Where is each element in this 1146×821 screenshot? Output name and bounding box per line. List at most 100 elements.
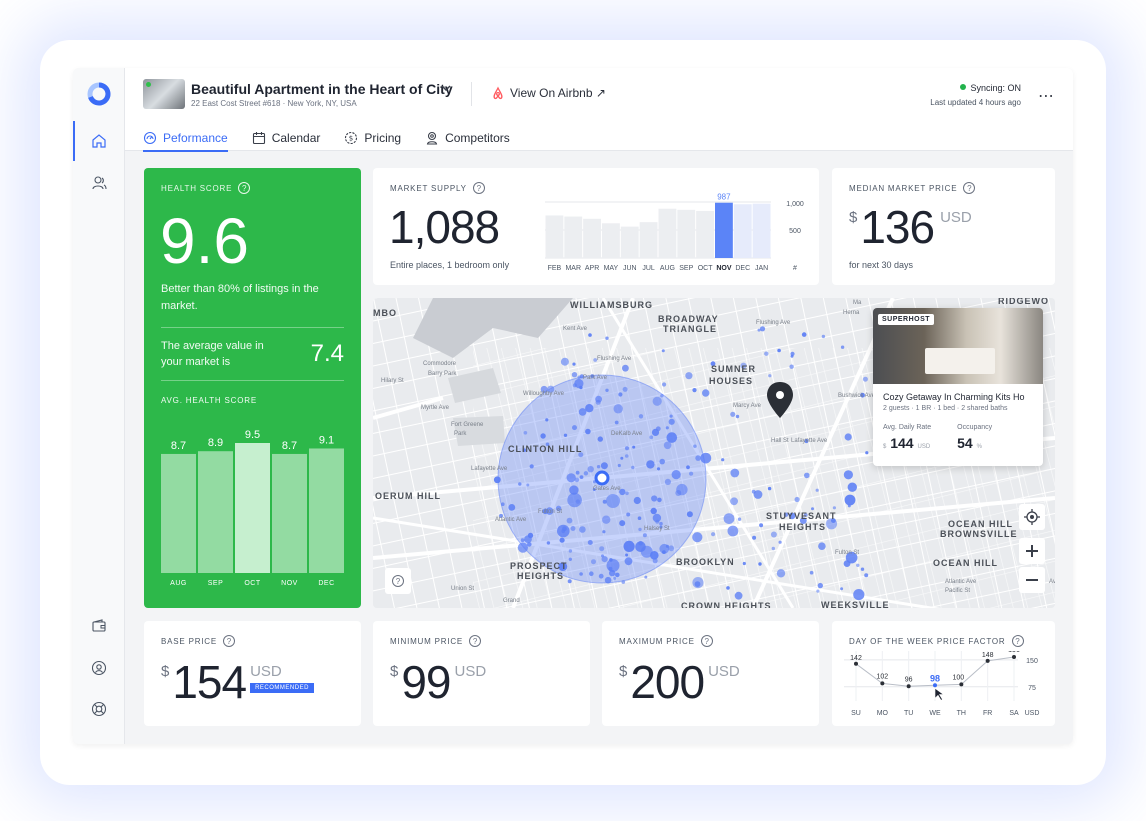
minus-icon bbox=[1026, 579, 1038, 581]
maximum-price-label: MAXIMUM PRICE? bbox=[619, 635, 713, 647]
listing-dot bbox=[595, 399, 601, 405]
help-icon[interactable]: ? bbox=[1011, 635, 1024, 647]
locate-button[interactable] bbox=[1019, 504, 1045, 530]
health-score-description: Better than 80% of listings in the marke… bbox=[161, 283, 319, 312]
help-icon[interactable]: ? bbox=[223, 635, 236, 647]
map-street-label: Marcy Ave bbox=[733, 403, 761, 409]
map-street-label: Gates Ave bbox=[593, 486, 621, 492]
help-icon[interactable]: ? bbox=[472, 182, 485, 194]
listing-dot bbox=[622, 364, 629, 372]
listing-dot bbox=[659, 521, 663, 526]
market-supply-value: 1,088 bbox=[389, 201, 500, 253]
help-icon[interactable]: ? bbox=[469, 635, 482, 647]
listing-dot bbox=[662, 550, 666, 554]
listing-dot bbox=[625, 553, 629, 557]
listing-address: 22 East Cost Street #618 · New York, NY,… bbox=[191, 99, 357, 108]
dow-axis-label: 150 bbox=[1026, 658, 1038, 665]
map-help-button[interactable]: ? bbox=[385, 568, 411, 594]
dow-value-label: 96 bbox=[905, 676, 913, 683]
listing-dot bbox=[605, 336, 609, 340]
chevron-down-icon[interactable] bbox=[439, 81, 453, 95]
listing-dot bbox=[652, 396, 662, 406]
zoom-in-button[interactable] bbox=[1019, 538, 1045, 564]
listing-popup[interactable]: SUPERHOST Cozy Getaway In Charming Kits … bbox=[873, 308, 1043, 466]
dow-point-sa bbox=[1012, 654, 1016, 659]
listing-dot bbox=[606, 559, 620, 572]
svg-text:$: $ bbox=[349, 135, 353, 143]
map-street-label: Herna bbox=[843, 310, 860, 316]
currency-unit: USD bbox=[708, 663, 740, 680]
superhost-badge: SUPERHOST bbox=[878, 314, 935, 325]
help-icon[interactable]: ? bbox=[963, 182, 976, 194]
listing-dot bbox=[568, 557, 572, 561]
listing-dot bbox=[633, 496, 641, 505]
recommended-badge: RECOMMENDED bbox=[250, 683, 314, 693]
health-score-value: 9.6 bbox=[160, 205, 249, 277]
listing-dot bbox=[840, 587, 844, 591]
tab-performance-label: Peformance bbox=[163, 131, 228, 145]
health-bar-oct bbox=[235, 443, 270, 573]
supply-axis-label: # bbox=[793, 265, 797, 272]
base-price-label: BASE PRICE? bbox=[161, 635, 236, 647]
currency-unit: USD bbox=[250, 663, 282, 680]
listing-dot bbox=[692, 532, 703, 543]
sidebar-item-wallet[interactable] bbox=[73, 606, 125, 646]
tab-competitors[interactable]: Competitors bbox=[425, 126, 510, 150]
listing-dot bbox=[579, 385, 583, 390]
tab-calendar[interactable]: Calendar bbox=[252, 126, 320, 150]
sidebar-item-help[interactable] bbox=[73, 689, 125, 729]
supply-axis-label: 1,000 bbox=[786, 201, 804, 208]
dow-day-label: SA bbox=[1009, 710, 1019, 717]
tab-performance[interactable]: Peformance bbox=[143, 126, 228, 152]
current-listing-marker[interactable] bbox=[594, 470, 610, 486]
occupancy-label: Occupancy bbox=[957, 424, 993, 431]
listing-dot bbox=[614, 420, 619, 425]
sync-status-label: Syncing: ON bbox=[970, 83, 1021, 93]
listing-dot bbox=[771, 546, 775, 551]
listing-dot bbox=[527, 542, 532, 547]
listing-dot bbox=[723, 513, 735, 524]
help-icon[interactable]: ? bbox=[700, 635, 713, 647]
map-neighborhood-label: STUYVESANT bbox=[766, 511, 837, 521]
sidebar-item-account[interactable] bbox=[73, 648, 125, 688]
listing-dot bbox=[529, 464, 534, 469]
listing-title[interactable]: Beautiful Apartment in the Heart of City bbox=[191, 81, 453, 97]
more-options-icon[interactable]: ⋯ bbox=[1038, 86, 1055, 106]
supply-bar-oct bbox=[696, 210, 714, 258]
listing-dot bbox=[493, 476, 501, 484]
supply-month-label: AUG bbox=[660, 265, 675, 272]
listing-dot bbox=[700, 452, 712, 464]
supply-bar-aug bbox=[658, 208, 677, 258]
sidebar-item-users[interactable] bbox=[73, 163, 125, 203]
listing-dot bbox=[665, 426, 669, 430]
dow-day-label: WE bbox=[929, 710, 941, 717]
listing-thumbnail[interactable] bbox=[143, 79, 185, 109]
health-bar-month-label: AUG bbox=[170, 580, 187, 587]
minimum-price-row: $ 99 USD bbox=[390, 659, 486, 705]
map-neighborhood-label: PROSPECT bbox=[510, 561, 568, 571]
day-of-week-card: DAY OF THE WEEK PRICE FACTOR? 142 SU 102 MO… bbox=[832, 621, 1055, 726]
bed-photo-detail bbox=[925, 348, 995, 374]
maximum-price-row: $ 200 USD bbox=[619, 659, 740, 705]
view-on-airbnb-link[interactable]: View On Airbnb ↗ bbox=[491, 86, 606, 100]
tab-pricing[interactable]: $ Pricing bbox=[344, 126, 401, 150]
minimum-price-label: MINIMUM PRICE? bbox=[390, 635, 482, 647]
dow-value-label: 142 bbox=[850, 655, 862, 662]
sidebar-item-home[interactable] bbox=[73, 121, 125, 161]
listing-dot bbox=[735, 414, 740, 419]
zoom-out-button[interactable] bbox=[1019, 567, 1045, 593]
minimum-price-title: MINIMUM PRICE bbox=[390, 636, 464, 646]
listing-dot bbox=[520, 538, 525, 543]
listing-dot bbox=[631, 465, 635, 470]
health-score-card: HEALTH SCORE? 9.6 Better than 80% of lis… bbox=[144, 168, 361, 608]
map-street-label: Willoughby Ave bbox=[523, 391, 564, 397]
map-street-label: Hall St bbox=[771, 438, 789, 444]
listing-dot bbox=[602, 499, 607, 504]
help-icon[interactable]: ? bbox=[238, 182, 251, 194]
health-bar-month-label: OCT bbox=[244, 580, 261, 587]
listing-dot bbox=[624, 454, 629, 458]
avg-health-score-label: AVG. HEALTH SCORE bbox=[161, 396, 257, 405]
market-map[interactable]: WILLIAMSBURG BROADWAY TRIANGLE SUMNER HOUSES… bbox=[373, 298, 1055, 608]
median-price-value: 136 bbox=[860, 201, 935, 253]
map-neighborhood-label: OCEAN HILL bbox=[933, 558, 998, 568]
